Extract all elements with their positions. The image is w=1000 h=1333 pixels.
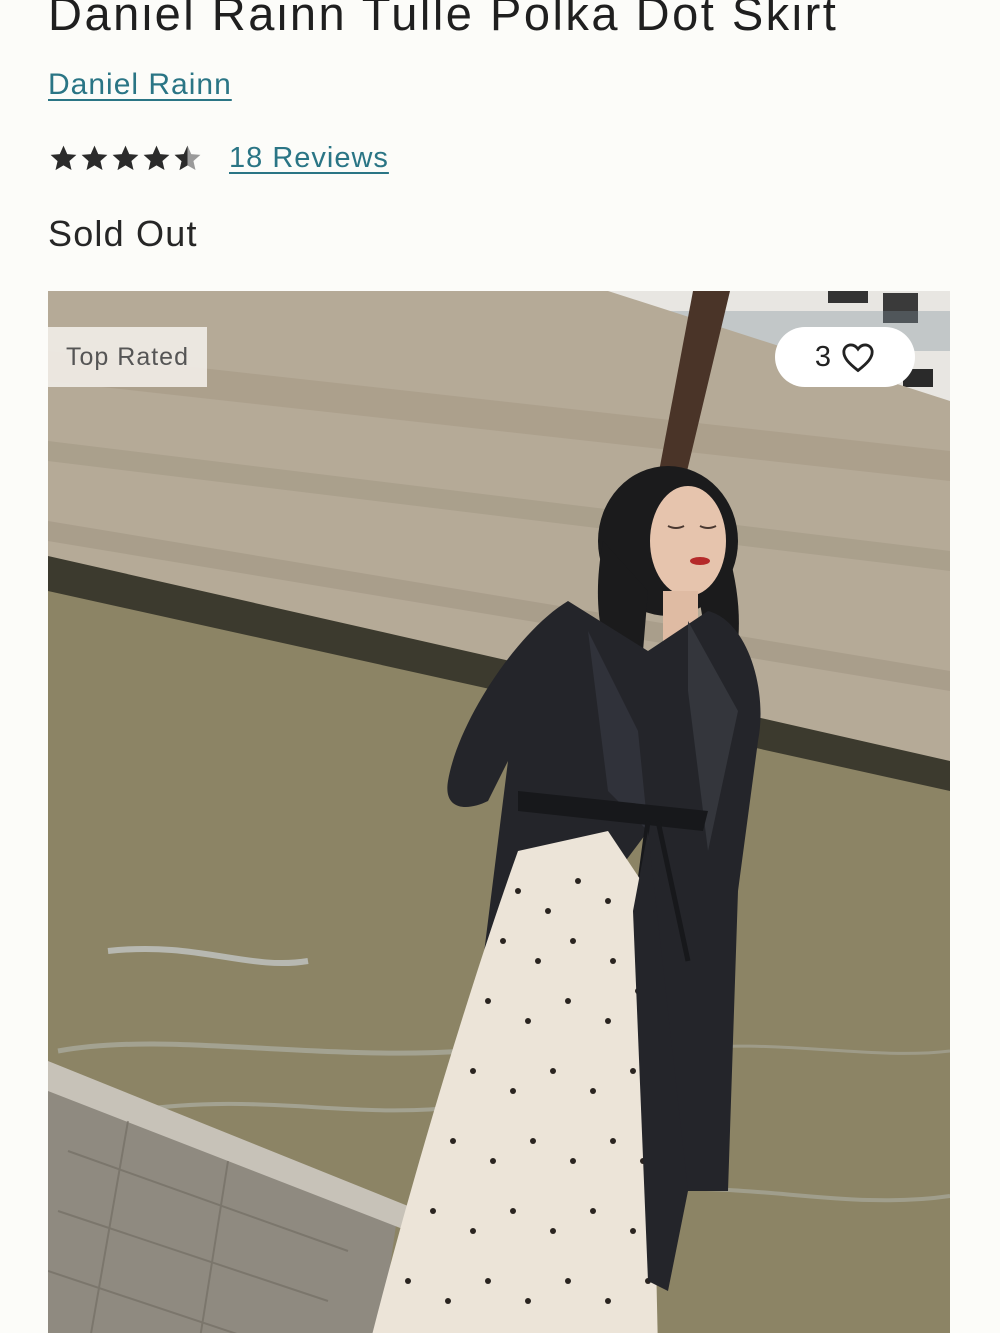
- star-icon: [50, 145, 77, 170]
- stock-status: Sold Out: [48, 213, 198, 254]
- rating-row: 18 Reviews: [48, 138, 389, 178]
- reviews-link[interactable]: 18 Reviews: [229, 142, 389, 175]
- star-icon: [81, 145, 108, 170]
- heart-outline-icon: [842, 343, 874, 373]
- star-rating: [48, 143, 203, 174]
- like-count: 3: [814, 340, 832, 373]
- star-icon: [143, 145, 170, 170]
- product-photo-illustration: [48, 291, 950, 1333]
- star-half-icon: [174, 145, 201, 170]
- product-page: Daniel Rainn Tulle Polka Dot Skirt Danie…: [0, 0, 1000, 1333]
- star-icon: [112, 145, 139, 170]
- top-rated-badge: Top Rated: [48, 327, 207, 387]
- wishlist-button[interactable]: 3: [775, 327, 915, 387]
- product-title: Daniel Rainn Tulle Polka Dot Skirt: [48, 0, 839, 40]
- brand-link[interactable]: Daniel Rainn: [48, 68, 232, 102]
- product-photo[interactable]: [48, 291, 950, 1333]
